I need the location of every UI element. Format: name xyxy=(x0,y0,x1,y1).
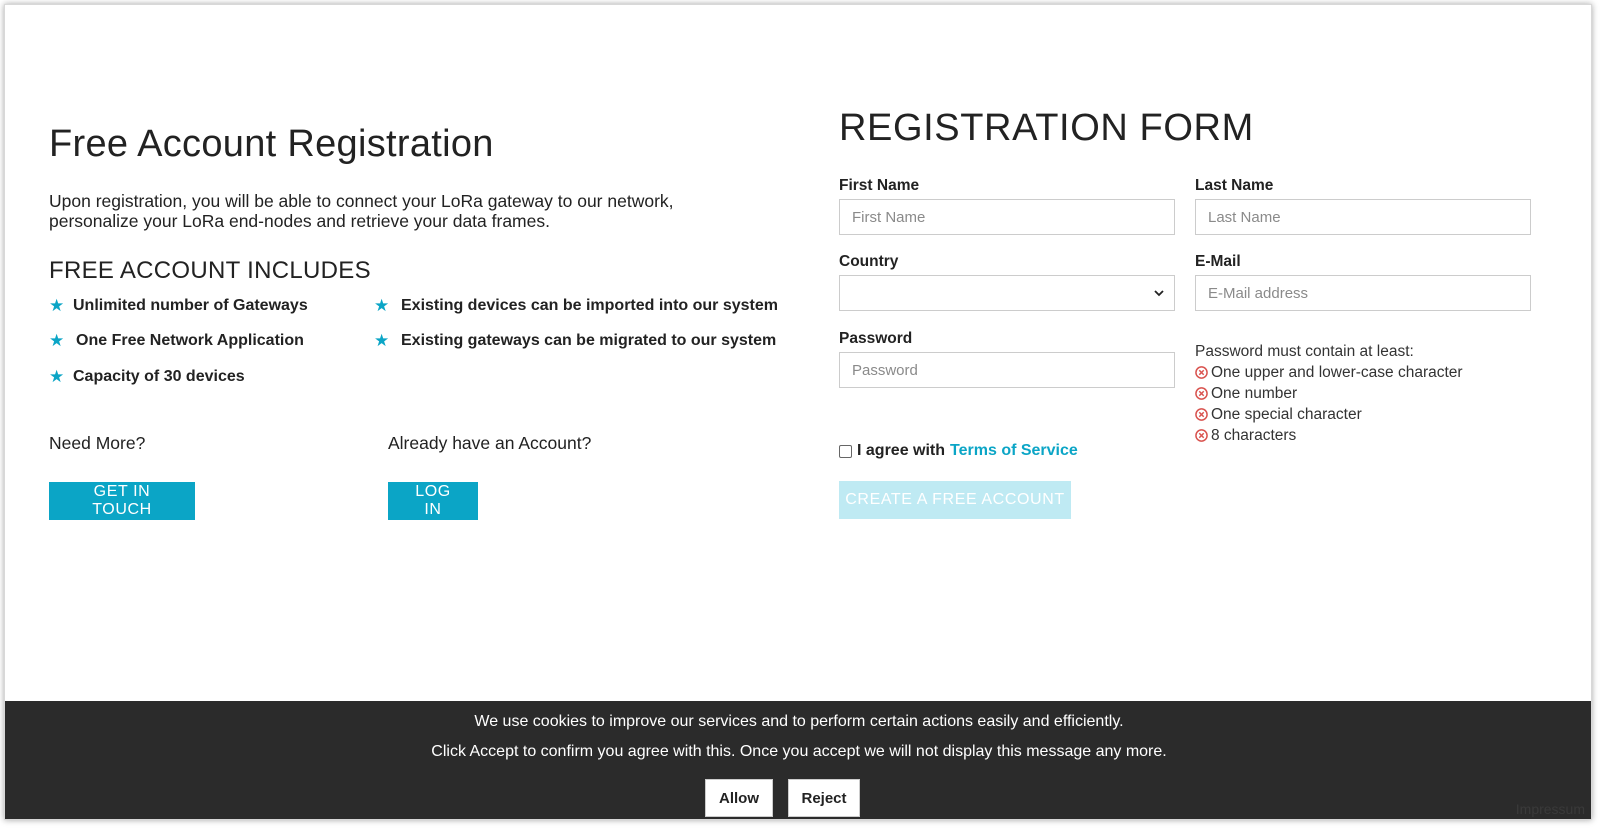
feature-item: ★ Capacity of 30 devices xyxy=(49,367,245,387)
reject-button[interactable]: Reject xyxy=(788,779,860,817)
feature-item: ★ Unlimited number of Gateways xyxy=(49,296,308,316)
star-icon: ★ xyxy=(374,296,390,315)
password-rules: Password must contain at least: One uppe… xyxy=(1195,341,1463,446)
get-in-touch-button[interactable]: GET IN TOUCH xyxy=(49,482,195,520)
password-rule: One upper and lower-case character xyxy=(1195,362,1463,383)
password-rule-text: One number xyxy=(1211,385,1298,402)
cookie-banner: We use cookies to improve our services a… xyxy=(5,701,1591,819)
email-input[interactable] xyxy=(1195,275,1531,311)
star-icon: ★ xyxy=(49,331,65,350)
password-rule: One number xyxy=(1195,383,1463,404)
error-x-icon xyxy=(1195,387,1208,400)
feature-label: Unlimited number of Gateways xyxy=(73,297,308,314)
password-rules-title: Password must contain at least: xyxy=(1195,343,1414,360)
last-name-label: Last Name xyxy=(1195,177,1274,194)
star-icon: ★ xyxy=(374,331,390,350)
password-label: Password xyxy=(839,330,913,347)
error-x-icon xyxy=(1195,408,1208,421)
cookie-message: We use cookies to improve our services a… xyxy=(474,713,1124,730)
includes-heading: FREE ACCOUNT INCLUDES xyxy=(49,257,371,284)
log-in-button[interactable]: LOG IN xyxy=(388,482,478,520)
feature-item: ★ Existing gateways can be migrated to o… xyxy=(374,331,776,351)
country-label: Country xyxy=(839,253,899,270)
last-name-input[interactable] xyxy=(1195,199,1531,235)
password-rule: 8 characters xyxy=(1195,425,1463,446)
feature-label: One Free Network Application xyxy=(76,332,304,349)
password-rule: One special character xyxy=(1195,404,1463,425)
password-input[interactable] xyxy=(839,352,1175,388)
chevron-down-icon xyxy=(1154,290,1164,297)
need-more-label: Need More? xyxy=(49,433,146,453)
email-label: E-Mail xyxy=(1195,253,1241,270)
country-select[interactable] xyxy=(839,275,1175,311)
error-x-icon xyxy=(1195,366,1208,379)
feature-label: Existing devices can be imported into ou… xyxy=(401,297,778,314)
impressum-link[interactable]: Impressum xyxy=(1516,801,1585,817)
form-title: REGISTRATION FORM xyxy=(839,107,1254,149)
password-rule-text: 8 characters xyxy=(1211,427,1297,444)
password-rule-text: One special character xyxy=(1211,406,1362,423)
have-account-label: Already have an Account? xyxy=(388,433,592,453)
terms-agreement: I agree with Terms of Service xyxy=(839,442,1078,460)
page-frame: Free Account Registration Upon registrat… xyxy=(4,4,1592,820)
error-x-icon xyxy=(1195,429,1208,442)
page-title: Free Account Registration xyxy=(49,123,494,165)
star-icon: ★ xyxy=(49,296,65,315)
feature-item: ★ Existing devices can be imported into … xyxy=(374,296,778,316)
intro-text: Upon registration, you will be able to c… xyxy=(49,191,674,231)
feature-item: ★ One Free Network Application xyxy=(49,331,304,351)
password-rule-text: One upper and lower-case character xyxy=(1211,364,1463,381)
terms-checkbox[interactable] xyxy=(839,444,852,458)
allow-button[interactable]: Allow xyxy=(705,779,773,817)
terms-of-service-link[interactable]: Terms of Service xyxy=(950,442,1078,460)
star-icon: ★ xyxy=(49,367,65,386)
create-account-button[interactable]: CREATE A FREE ACCOUNT xyxy=(839,481,1071,519)
feature-label: Capacity of 30 devices xyxy=(73,368,245,385)
feature-label: Existing gateways can be migrated to our… xyxy=(401,332,777,349)
cookie-message-confirm: Click Accept to confirm you agree with t… xyxy=(431,743,1167,760)
agree-text: I agree with xyxy=(857,442,946,459)
first-name-label: First Name xyxy=(839,177,920,194)
first-name-input[interactable] xyxy=(839,199,1175,235)
